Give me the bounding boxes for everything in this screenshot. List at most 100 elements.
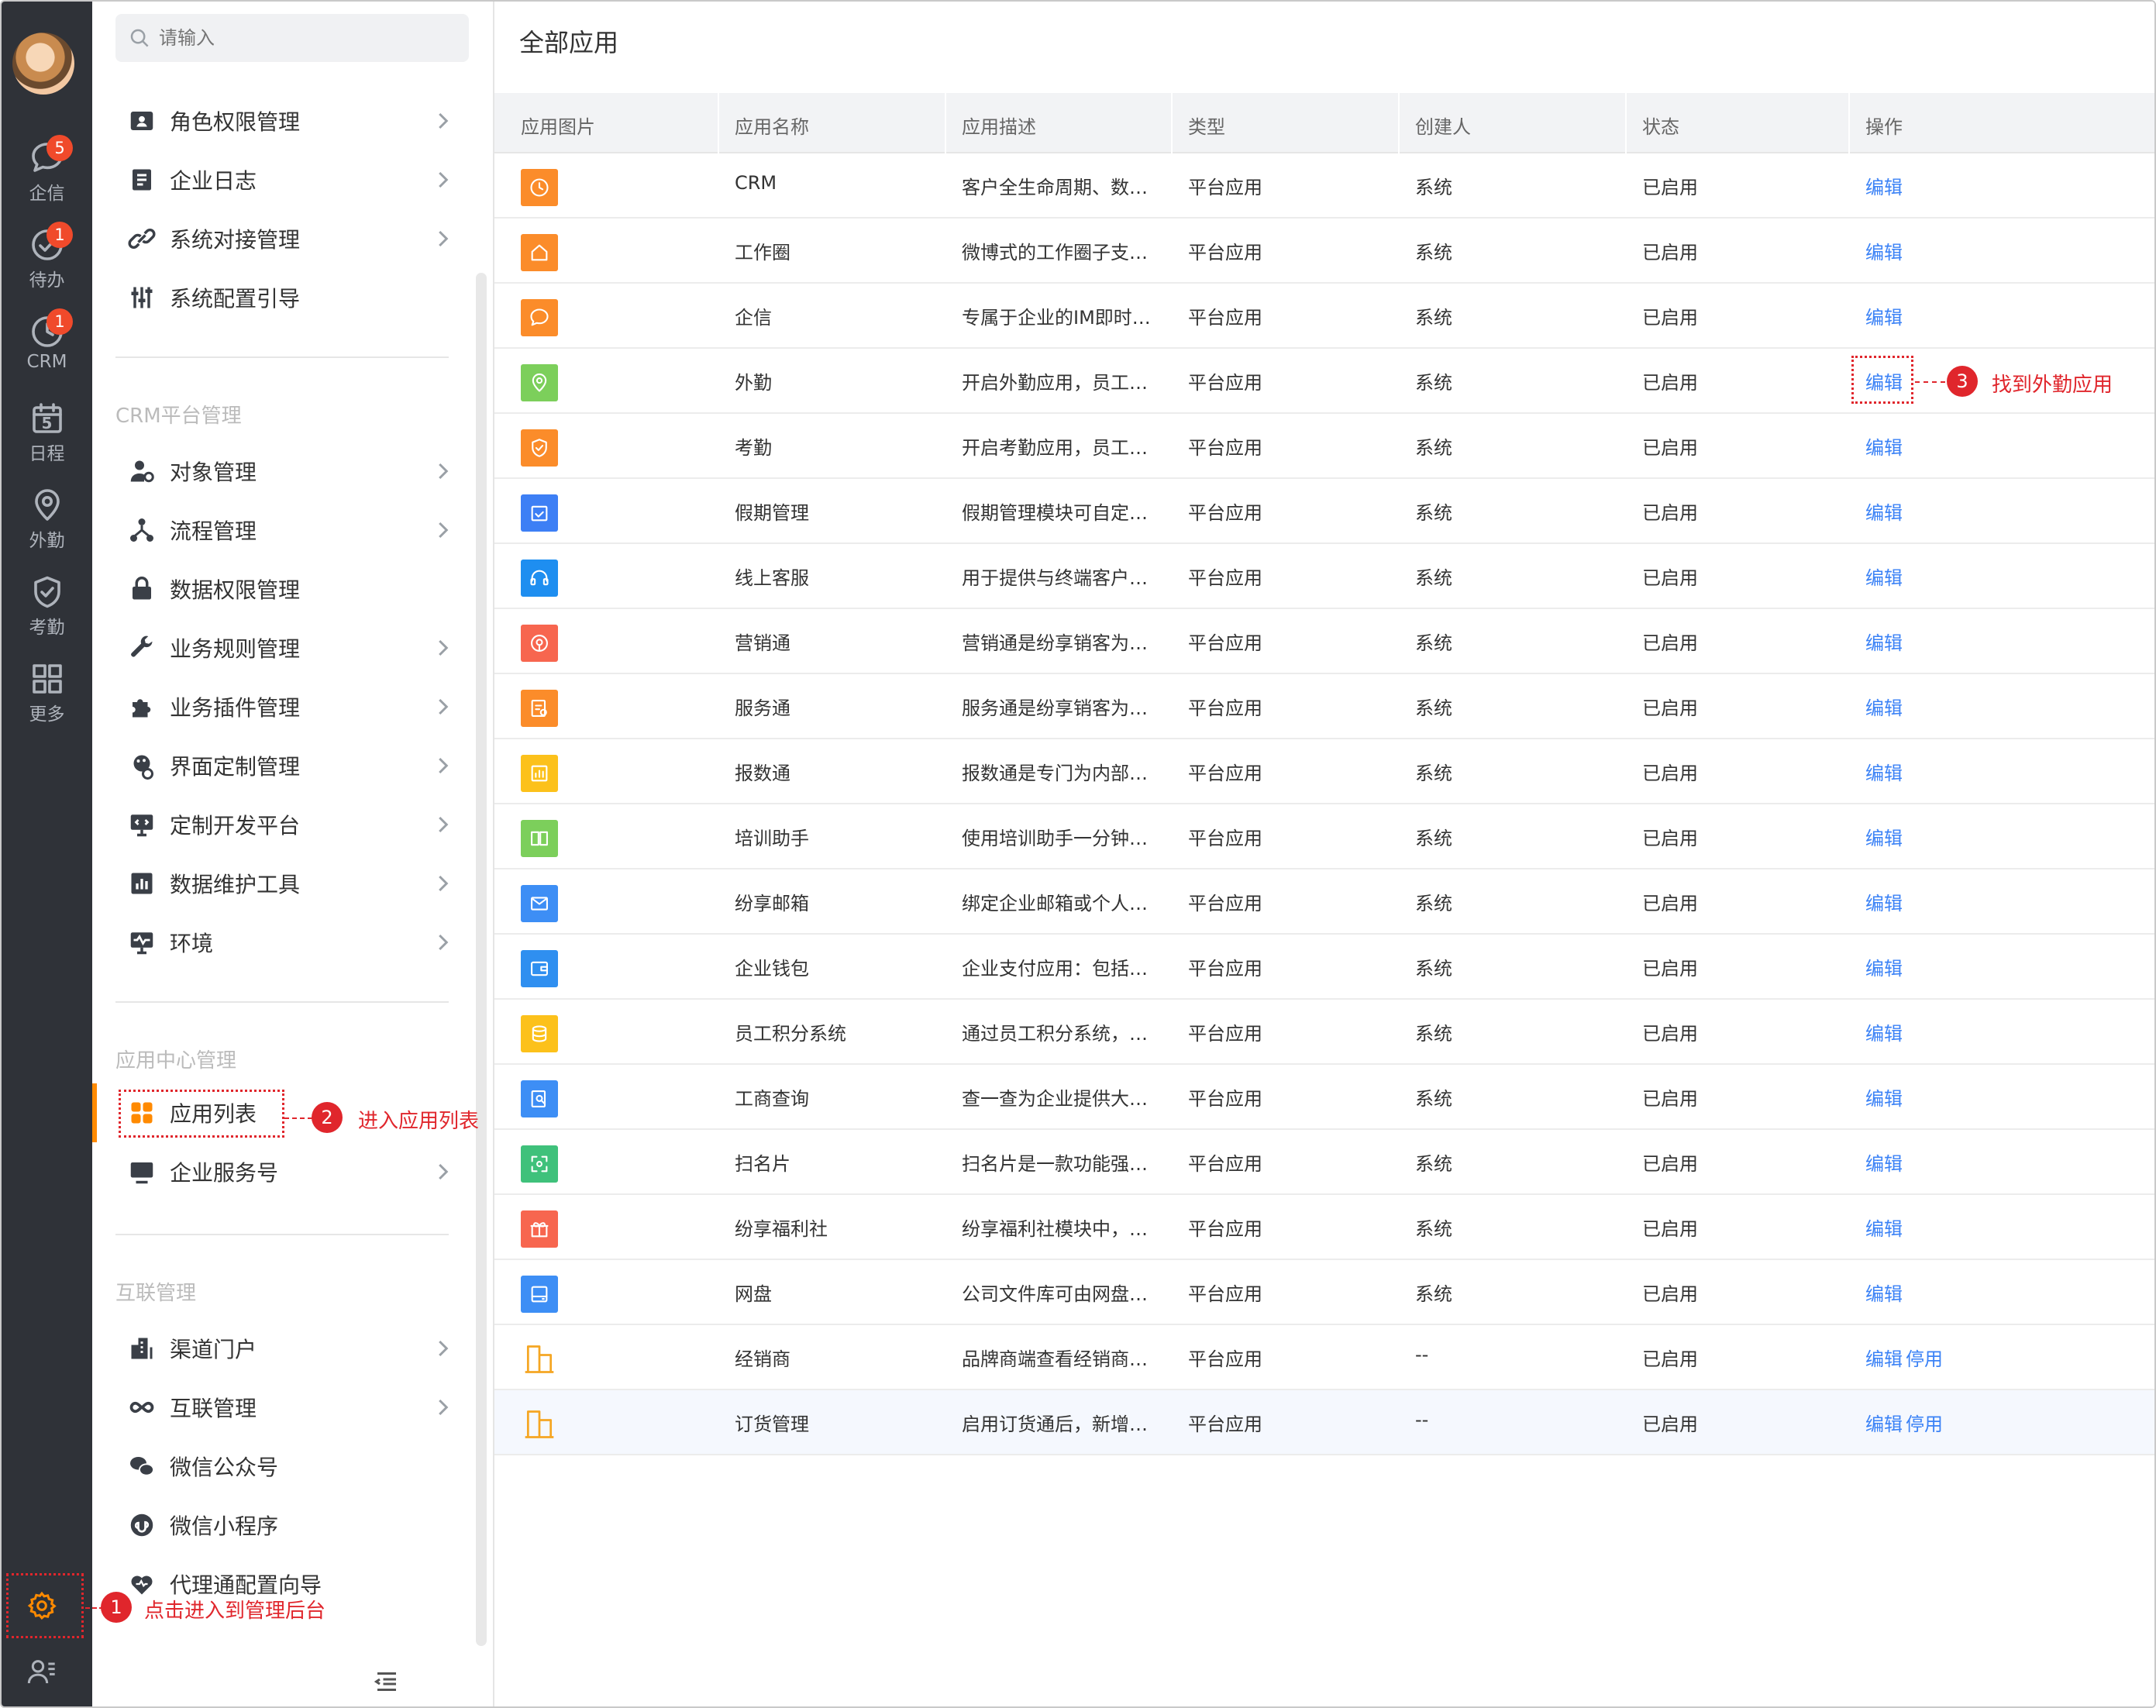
user-gear-icon	[128, 457, 156, 485]
rail-item-0[interactable]: 5 企信	[2, 135, 92, 217]
rail-item-1[interactable]: 1 待办	[2, 222, 92, 304]
cell-desc: 查一查为企业提供大…	[962, 1088, 1148, 1110]
table-row[interactable]: 考勤 开启考勤应用，员工… 平台应用 系统 已启用 编辑	[494, 414, 2154, 479]
cell-creator: 系统	[1415, 177, 1452, 198]
menu-item-group2-5[interactable]: 界面定制管理	[92, 736, 494, 795]
edit-link[interactable]: 编辑	[1865, 1214, 1903, 1241]
menu-item-group1-0[interactable]: 角色权限管理	[92, 91, 494, 150]
id-card-icon	[128, 107, 156, 135]
divider	[115, 356, 449, 358]
disable-link[interactable]: 停用	[1906, 1344, 1943, 1371]
cell-status: 已启用	[1642, 242, 1698, 263]
cell-creator: 系统	[1415, 372, 1452, 394]
search-box[interactable]	[115, 14, 469, 62]
cell-desc: 纷享福利社模块中，…	[962, 1218, 1148, 1240]
sidebar-scrollbar[interactable]	[476, 273, 487, 1646]
menu-item-group2-1[interactable]: 流程管理	[92, 501, 494, 560]
table-row[interactable]: 工作圈 微博式的工作圈子支… 平台应用 系统 已启用 编辑	[494, 219, 2154, 284]
edit-link[interactable]: 编辑	[1865, 1148, 1903, 1176]
cell-desc: 报数通是专门为内部…	[962, 763, 1148, 784]
cell-creator: 系统	[1415, 567, 1452, 589]
edit-link[interactable]: 编辑	[1865, 563, 1903, 590]
shield-check-icon	[521, 429, 558, 467]
menu-item-group1-3[interactable]: 系统配置引导	[92, 268, 494, 327]
edit-link[interactable]: 编辑	[1865, 498, 1903, 525]
grid-icon	[2, 660, 92, 697]
menu-item-group1-1[interactable]: 企业日志	[92, 150, 494, 209]
notification-badge: 1	[46, 308, 73, 335]
table-row[interactable]: 纷享福利社 纷享福利社模块中，… 平台应用 系统 已启用 编辑	[494, 1195, 2154, 1260]
table-row[interactable]: 线上客服 用于提供与终端客户… 平台应用 系统 已启用 编辑	[494, 544, 2154, 609]
menu-item-group2-2[interactable]: 数据权限管理	[92, 560, 494, 618]
table-row[interactable]: 假期管理 假期管理模块可自定… 平台应用 系统 已启用 编辑	[494, 479, 2154, 544]
avatar[interactable]	[12, 33, 74, 95]
edit-link[interactable]: 编辑	[1865, 888, 1903, 915]
menu-item-group2-7[interactable]: 数据维护工具	[92, 854, 494, 913]
menu-item-group2-4[interactable]: 业务插件管理	[92, 677, 494, 736]
menu-item-group2-6[interactable]: 定制开发平台	[92, 795, 494, 854]
monitor-icon	[128, 1158, 156, 1186]
search-input[interactable]	[159, 23, 453, 53]
rail-item-4[interactable]: 外勤	[2, 487, 92, 564]
rail-item-3[interactable]: 5 日程	[2, 400, 92, 477]
rail-item-2[interactable]: 1 CRM	[2, 308, 92, 391]
menu-item-group2-3[interactable]: 业务规则管理	[92, 618, 494, 677]
edit-link[interactable]: 编辑	[1865, 1279, 1903, 1306]
edit-link[interactable]: 编辑	[1865, 1409, 1903, 1436]
cell-name: 外勤	[735, 372, 772, 394]
book-icon	[521, 820, 558, 857]
table-row[interactable]: 经销商 品牌商端查看经销商… 平台应用 -- 已启用 编辑 停用	[494, 1325, 2154, 1390]
edit-link[interactable]: 编辑	[1865, 1018, 1903, 1045]
table-row[interactable]: 报数通 报数通是专门为内部… 平台应用 系统 已启用 编辑	[494, 739, 2154, 804]
table-row[interactable]: 企信 专属于企业的IM即时… 平台应用 系统 已启用 编辑	[494, 284, 2154, 349]
table-row[interactable]: 企业钱包 企业支付应用：包括… 平台应用 系统 已启用 编辑	[494, 935, 2154, 1000]
menu-item-group2-8[interactable]: 环境	[92, 913, 494, 972]
table-row[interactable]: 培训助手 使用培训助手一分钟… 平台应用 系统 已启用 编辑	[494, 804, 2154, 869]
table-row[interactable]: 订货管理 启用订货通后，新增… 平台应用 -- 已启用 编辑 停用	[494, 1390, 2154, 1455]
edit-link[interactable]: 编辑	[1865, 1344, 1903, 1371]
menu-item-group3-1[interactable]: 企业服务号	[92, 1142, 494, 1201]
divider	[115, 1001, 449, 1003]
edit-link[interactable]: 编辑	[1865, 953, 1903, 980]
edit-link[interactable]: 编辑	[1865, 1083, 1903, 1111]
disable-link[interactable]: 停用	[1906, 1409, 1943, 1436]
table-row[interactable]: 工商查询 查一查为企业提供大… 平台应用 系统 已启用 编辑	[494, 1065, 2154, 1130]
menu-item-group4-2[interactable]: 微信公众号	[92, 1437, 494, 1496]
edit-link[interactable]: 编辑	[1865, 628, 1903, 655]
table-row[interactable]: 服务通 服务通是纷享销客为… 平台应用 系统 已启用 编辑	[494, 674, 2154, 739]
menu-item-group4-0[interactable]: 渠道门户	[92, 1319, 494, 1378]
cell-creator: 系统	[1415, 1218, 1452, 1240]
table-row[interactable]: CRM 客户全生命周期、数… 平台应用 系统 已启用 编辑	[494, 153, 2154, 219]
broadcast-icon	[521, 625, 558, 662]
menu-item-group1-2[interactable]: 系统对接管理	[92, 209, 494, 268]
edit-link[interactable]: 编辑	[1865, 172, 1903, 199]
edit-link[interactable]: 编辑	[1865, 432, 1903, 460]
table-row[interactable]: 扫名片 扫名片是一款功能强… 平台应用 系统 已启用 编辑	[494, 1130, 2154, 1195]
menu-item-group4-1[interactable]: 互联管理	[92, 1378, 494, 1437]
user-list-icon[interactable]	[26, 1656, 57, 1690]
column-separator	[1848, 93, 1850, 153]
cell-creator: 系统	[1415, 632, 1452, 654]
rail-item-label: 考勤	[29, 618, 65, 638]
table-row[interactable]: 纷享邮箱 绑定企业邮箱或个人… 平台应用 系统 已启用 编辑	[494, 869, 2154, 935]
collapse-icon[interactable]	[373, 1668, 401, 1699]
menu-item-group4-3[interactable]: 微信小程序	[92, 1496, 494, 1555]
cell-type: 平台应用	[1188, 1153, 1262, 1175]
menu-item-label: 业务插件管理	[170, 695, 301, 721]
table-row[interactable]: 营销通 营销通是纷享销客为… 平台应用 系统 已启用 编辑	[494, 609, 2154, 674]
gear-icon[interactable]	[26, 1590, 57, 1624]
rail-item-6[interactable]: 更多	[2, 660, 92, 738]
cell-status: 已启用	[1642, 1023, 1698, 1045]
edit-link[interactable]: 编辑	[1865, 302, 1903, 329]
cell-desc: 公司文件库可由网盘…	[962, 1283, 1148, 1305]
menu-item-group2-0[interactable]: 对象管理	[92, 442, 494, 501]
edit-link[interactable]: 编辑	[1865, 237, 1903, 264]
edit-link[interactable]: 编辑	[1865, 693, 1903, 720]
edit-link[interactable]: 编辑	[1865, 823, 1903, 850]
rail-item-5[interactable]: 考勤	[2, 573, 92, 651]
edit-link[interactable]: 编辑	[1865, 758, 1903, 785]
menu-item-label: 对象管理	[170, 460, 257, 485]
table-row[interactable]: 网盘 公司文件库可由网盘… 平台应用 系统 已启用 编辑	[494, 1260, 2154, 1325]
cell-status: 已启用	[1642, 1348, 1698, 1370]
table-row[interactable]: 员工积分系统 通过员工积分系统，… 平台应用 系统 已启用 编辑	[494, 1000, 2154, 1065]
